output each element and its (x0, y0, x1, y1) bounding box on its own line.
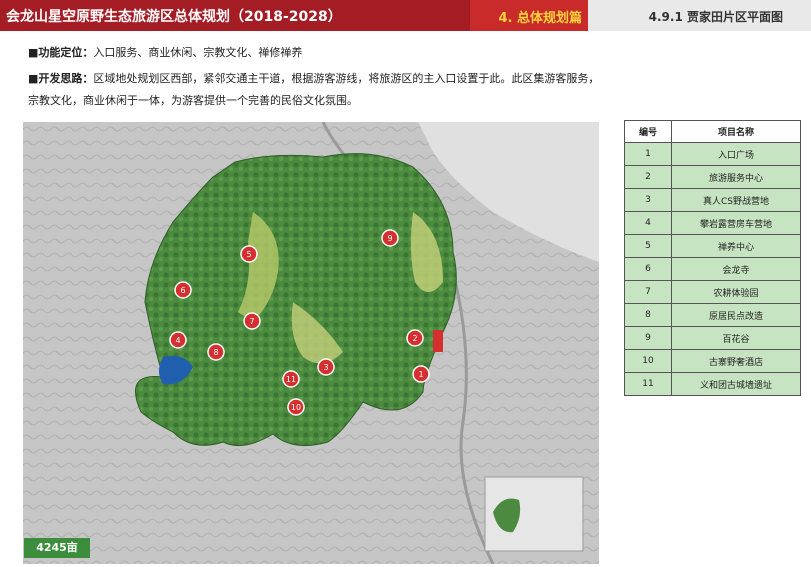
legend-name: 攀岩露营房车营地 (671, 211, 801, 235)
legend-no: 7 (624, 280, 672, 304)
concept-line: ■开发思路：区域地处规划区西部，紧邻交通主干道，根据游客游线，将旅游区的主入口设… (28, 68, 599, 90)
header-bar: 会龙山星空原野生态旅游区总体规划（2018-2028） 4. 总体规划篇 4.9… (0, 0, 811, 31)
map-marker-3[interactable]: 3 (317, 358, 335, 376)
header-title-block: 会龙山星空原野生态旅游区总体规划（2018-2028） (0, 0, 470, 31)
map-marker-4[interactable]: 4 (169, 331, 187, 349)
function-line: ■功能定位：入口服务、商业休闲、宗教文化、禅修禅养 (28, 42, 302, 64)
legend-name: 会龙寺 (671, 257, 801, 281)
svg-text:9: 9 (387, 234, 392, 243)
legend-row: 2 旅游服务中心 (624, 165, 801, 189)
section-label: 4.9.1 贾家田片区平面图 (648, 10, 783, 24)
legend-row: 3 真人CS野战营地 (624, 188, 801, 212)
legend-name: 古寨野奢酒店 (671, 349, 801, 373)
legend-header-name: 项目名称 (671, 120, 801, 143)
svg-text:8: 8 (213, 348, 218, 357)
project-legend-table: 编号 项目名称 1 入口广场 2 旅游服务中心 3 真人CS野战营地 4 攀岩露营房车营… (624, 120, 801, 396)
legend-row: 10 古寨野奢酒店 (624, 349, 801, 373)
map-marker-6[interactable]: 6 (174, 281, 192, 299)
function-label: ■功能定位： (28, 46, 94, 59)
legend-row: 5 禅养中心 (624, 234, 801, 258)
legend-no: 11 (624, 372, 672, 396)
legend-no: 2 (624, 165, 672, 189)
legend-no: 3 (624, 188, 672, 212)
map-marker-10[interactable]: 10 (287, 398, 305, 416)
legend-row: 6 会龙寺 (624, 257, 801, 281)
legend-name: 原居民点改造 (671, 303, 801, 327)
legend-name: 义和团古城墙遗址 (671, 372, 801, 396)
svg-text:2: 2 (412, 334, 417, 343)
header-chapter-block: 4. 总体规划篇 (470, 0, 588, 31)
map-marker-2[interactable]: 2 (406, 329, 424, 347)
legend-row: 7 农耕体验园 (624, 280, 801, 304)
legend-row: 4 攀岩露营房车营地 (624, 211, 801, 235)
page-title: 会龙山星空原野生态旅游区总体规划（2018-2028） (6, 9, 342, 25)
map-marker-8[interactable]: 8 (207, 343, 225, 361)
legend-name: 真人CS野战营地 (671, 188, 801, 212)
svg-text:10: 10 (291, 403, 301, 412)
legend-row: 8 原居民点改造 (624, 303, 801, 327)
legend-no: 9 (624, 326, 672, 350)
header-section-block: 4.9.1 贾家田片区平面图 (588, 0, 811, 31)
legend-no: 6 (624, 257, 672, 281)
legend-header-row: 编号 项目名称 (624, 120, 801, 143)
legend-no: 8 (624, 303, 672, 327)
legend-no: 10 (624, 349, 672, 373)
map-marker-5[interactable]: 5 (240, 245, 258, 263)
legend-no: 5 (624, 234, 672, 258)
concept-line-2: 宗教文化，商业休闲于一体，为游客提供一个完善的民俗文化氛围。 (28, 90, 358, 112)
concept-text-line2: 宗教文化，商业休闲于一体，为游客提供一个完善的民俗文化氛围。 (28, 94, 358, 107)
legend-name: 旅游服务中心 (671, 165, 801, 189)
chapter-label: 4. 总体规划篇 (498, 11, 582, 26)
svg-text:1: 1 (418, 370, 423, 379)
legend-row: 9 百花谷 (624, 326, 801, 350)
legend-name: 禅养中心 (671, 234, 801, 258)
svg-text:5: 5 (246, 250, 251, 259)
legend-no: 1 (624, 142, 672, 166)
legend-name: 农耕体验园 (671, 280, 801, 304)
site-plan-map: 1 2 3 4 5 6 7 8 9 10 11 (23, 122, 599, 564)
legend-header-no: 编号 (624, 120, 672, 143)
legend-no: 4 (624, 211, 672, 235)
concept-text-line1: 区域地处规划区西部，紧邻交通主干道，根据游客游线，将旅游区的主入口设置于此。此区… (93, 72, 600, 85)
svg-text:11: 11 (286, 375, 296, 384)
concept-label: ■开发思路： (28, 72, 94, 85)
legend-row: 1 入口广场 (624, 142, 801, 166)
function-text: 入口服务、商业休闲、宗教文化、禅修禅养 (93, 46, 303, 59)
entrance-building (433, 330, 443, 352)
svg-text:4: 4 (175, 336, 180, 345)
legend-row: 11 义和团古城墙遗址 (624, 372, 801, 396)
legend-name: 入口广场 (671, 142, 801, 166)
map-marker-1[interactable]: 1 (412, 365, 430, 383)
svg-text:3: 3 (323, 363, 328, 372)
map-svg: 1 2 3 4 5 6 7 8 9 10 11 (23, 122, 599, 564)
legend-name: 百花谷 (671, 326, 801, 350)
area-badge: 4245亩 (24, 538, 90, 558)
map-marker-11[interactable]: 11 (282, 370, 300, 388)
map-marker-7[interactable]: 7 (243, 312, 261, 330)
svg-text:7: 7 (249, 317, 254, 326)
svg-text:6: 6 (180, 286, 185, 295)
map-marker-9[interactable]: 9 (381, 229, 399, 247)
